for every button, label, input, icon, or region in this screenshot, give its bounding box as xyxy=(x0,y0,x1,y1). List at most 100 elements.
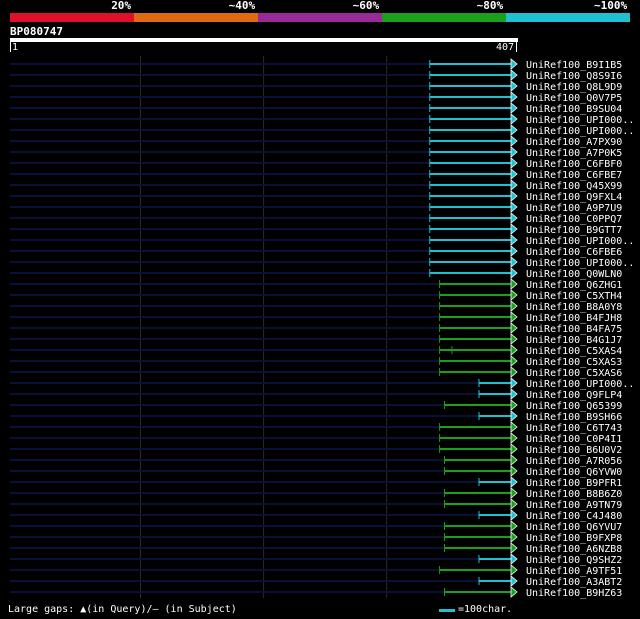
legend-label: 20% xyxy=(111,0,132,12)
hit-row: UniRef100_B8B6Z0 xyxy=(10,487,622,500)
hit-row: UniRef100_Q6YVU7 xyxy=(10,520,622,533)
hit-label[interactable]: UniRef100_B9SU04 xyxy=(526,104,622,115)
hit-label[interactable]: UniRef100_C0PPQ7 xyxy=(526,214,622,225)
hit-label[interactable]: UniRef100_B9GTT7 xyxy=(526,225,622,236)
hit-label[interactable]: UniRef100_B4FA75 xyxy=(526,324,622,335)
hit-row: UniRef100_A3ABT2 xyxy=(10,575,622,588)
hit-end-arrow xyxy=(510,289,518,301)
hit-label[interactable]: UniRef100_C6T743 xyxy=(526,423,622,434)
scale-bar xyxy=(439,609,455,612)
hit-end-arrow xyxy=(510,69,518,81)
hit-label[interactable]: UniRef100_UPI000.. xyxy=(526,258,634,269)
hit-label[interactable]: UniRef100_B8A0Y8 xyxy=(526,302,622,313)
hit-label[interactable]: UniRef100_A9P7U9 xyxy=(526,203,622,214)
hit-label[interactable]: UniRef100_Q0WLN0 xyxy=(526,269,622,280)
hit-end-arrow xyxy=(510,410,518,422)
hit-label[interactable]: UniRef100_B4FJH8 xyxy=(526,313,622,324)
hit-label[interactable]: UniRef100_B9FXP8 xyxy=(526,533,622,544)
hit-row: UniRef100_Q8S9I6 xyxy=(10,69,622,82)
hit-label[interactable]: UniRef100_Q65399 xyxy=(526,401,622,412)
hit-row: UniRef100_A7P0K5 xyxy=(10,146,622,159)
hit-row: UniRef100_Q0WLN0 xyxy=(10,267,622,280)
hit-row: UniRef100_Q9FXL4 xyxy=(10,190,622,203)
hit-label[interactable]: UniRef100_C5XAS3 xyxy=(526,357,622,368)
hit-label[interactable]: UniRef100_Q0V7P5 xyxy=(526,93,622,104)
hit-end-arrow xyxy=(510,124,518,136)
scale-label: =100char. xyxy=(458,604,513,615)
hit-label[interactable]: UniRef100_A7PX90 xyxy=(526,137,622,148)
hit-label[interactable]: UniRef100_UPI000.. xyxy=(526,236,634,247)
hit-row: UniRef100_Q6ZHG1 xyxy=(10,278,622,291)
hit-label[interactable]: UniRef100_B9SH66 xyxy=(526,412,622,423)
hit-row: UniRef100_B4FA75 xyxy=(10,322,622,335)
hit-row: UniRef100_Q45X99 xyxy=(10,179,622,192)
hit-label[interactable]: UniRef100_UPI000.. xyxy=(526,379,634,390)
hit-label[interactable]: UniRef100_UPI000.. xyxy=(526,126,634,137)
hit-row: UniRef100_C6FBE7 xyxy=(10,168,622,181)
hit-label[interactable]: UniRef100_Q9FLP4 xyxy=(526,390,622,401)
hit-row: UniRef100_B9I1B5 xyxy=(10,58,622,71)
hit-row: UniRef100_A9TF51 xyxy=(10,564,622,577)
hit-row: UniRef100_B9SH66 xyxy=(10,410,622,423)
hit-label[interactable]: UniRef100_A9TF51 xyxy=(526,566,622,577)
hit-label[interactable]: UniRef100_Q6YVU7 xyxy=(526,522,622,533)
hit-end-arrow xyxy=(510,201,518,213)
hit-end-arrow xyxy=(510,168,518,180)
hit-label[interactable]: UniRef100_C0P4I1 xyxy=(526,434,622,445)
hit-row: UniRef100_C6FBE6 xyxy=(10,245,622,258)
hit-label[interactable]: UniRef100_C6FBF0 xyxy=(526,159,622,170)
hit-label[interactable]: UniRef100_B4G1J7 xyxy=(526,335,622,346)
hit-end-arrow xyxy=(510,102,518,114)
hit-label[interactable]: UniRef100_B9PFR1 xyxy=(526,478,622,489)
hit-label[interactable]: UniRef100_B9HZ63 xyxy=(526,588,622,599)
legend-label: ~80% xyxy=(476,0,504,12)
hit-label[interactable]: UniRef100_C5XTH4 xyxy=(526,291,622,302)
hit-end-arrow xyxy=(510,113,518,125)
hit-row: UniRef100_B4G1J7 xyxy=(10,333,622,346)
legend-segment xyxy=(258,13,382,22)
hit-label[interactable]: UniRef100_B6U0V2 xyxy=(526,445,622,456)
hit-label[interactable]: UniRef100_C6FBE7 xyxy=(526,170,622,181)
hit-end-arrow xyxy=(510,212,518,224)
hit-label[interactable]: UniRef100_C6FBE6 xyxy=(526,247,622,258)
hit-row: UniRef100_A7PX90 xyxy=(10,135,622,148)
hit-label[interactable]: UniRef100_B9I1B5 xyxy=(526,60,622,71)
hit-label[interactable]: UniRef100_Q9SHZ2 xyxy=(526,555,622,566)
hit-label[interactable]: UniRef100_Q8S9I6 xyxy=(526,71,622,82)
hit-row: UniRef100_C0P4I1 xyxy=(10,432,622,445)
hit-row: UniRef100_B4FJH8 xyxy=(10,311,622,324)
hit-row: UniRef100_C0PPQ7 xyxy=(10,212,622,225)
hit-label[interactable]: UniRef100_Q6ZHG1 xyxy=(526,280,622,291)
hit-row: UniRef100_C5XAS6 xyxy=(10,366,622,379)
hit-end-arrow xyxy=(510,278,518,290)
hit-label[interactable]: UniRef100_Q8L9D9 xyxy=(526,82,622,93)
hit-label[interactable]: UniRef100_C5XAS6 xyxy=(526,368,622,379)
hit-label[interactable]: UniRef100_B8B6Z0 xyxy=(526,489,622,500)
ruler-end-label: 407 xyxy=(496,42,515,53)
hit-label[interactable]: UniRef100_Q9FXL4 xyxy=(526,192,622,203)
hit-row: UniRef100_B8A0Y8 xyxy=(10,300,622,313)
hit-label[interactable]: UniRef100_A7R056 xyxy=(526,456,622,467)
hit-label[interactable]: UniRef100_UPI000.. xyxy=(526,115,634,126)
hit-row: UniRef100_UPI000.. xyxy=(10,113,634,126)
hit-label[interactable]: UniRef100_A9TN79 xyxy=(526,500,622,511)
legend-segment xyxy=(10,13,134,22)
hit-end-arrow xyxy=(510,58,518,70)
hit-label[interactable]: UniRef100_Q45X99 xyxy=(526,181,622,192)
hit-label[interactable]: UniRef100_Q6YVW0 xyxy=(526,467,622,478)
hit-row: UniRef100_B9HZ63 xyxy=(10,586,622,599)
hit-label[interactable]: UniRef100_A7P0K5 xyxy=(526,148,622,159)
hit-label[interactable]: UniRef100_C5XAS4 xyxy=(526,346,622,357)
hit-end-arrow xyxy=(510,80,518,92)
hit-end-arrow xyxy=(510,531,518,543)
hit-end-arrow xyxy=(510,267,518,279)
hit-end-arrow xyxy=(510,575,518,587)
hit-row: UniRef100_Q6YVW0 xyxy=(10,465,622,478)
hit-end-arrow xyxy=(510,377,518,389)
hit-label[interactable]: UniRef100_C4J480 xyxy=(526,511,622,522)
hit-row: UniRef100_A6NZB8 xyxy=(10,542,622,555)
hit-label[interactable]: UniRef100_A6NZB8 xyxy=(526,544,622,555)
hit-row: UniRef100_A9P7U9 xyxy=(10,201,622,214)
hit-row: UniRef100_B9GTT7 xyxy=(10,223,622,236)
hit-label[interactable]: UniRef100_A3ABT2 xyxy=(526,577,622,588)
